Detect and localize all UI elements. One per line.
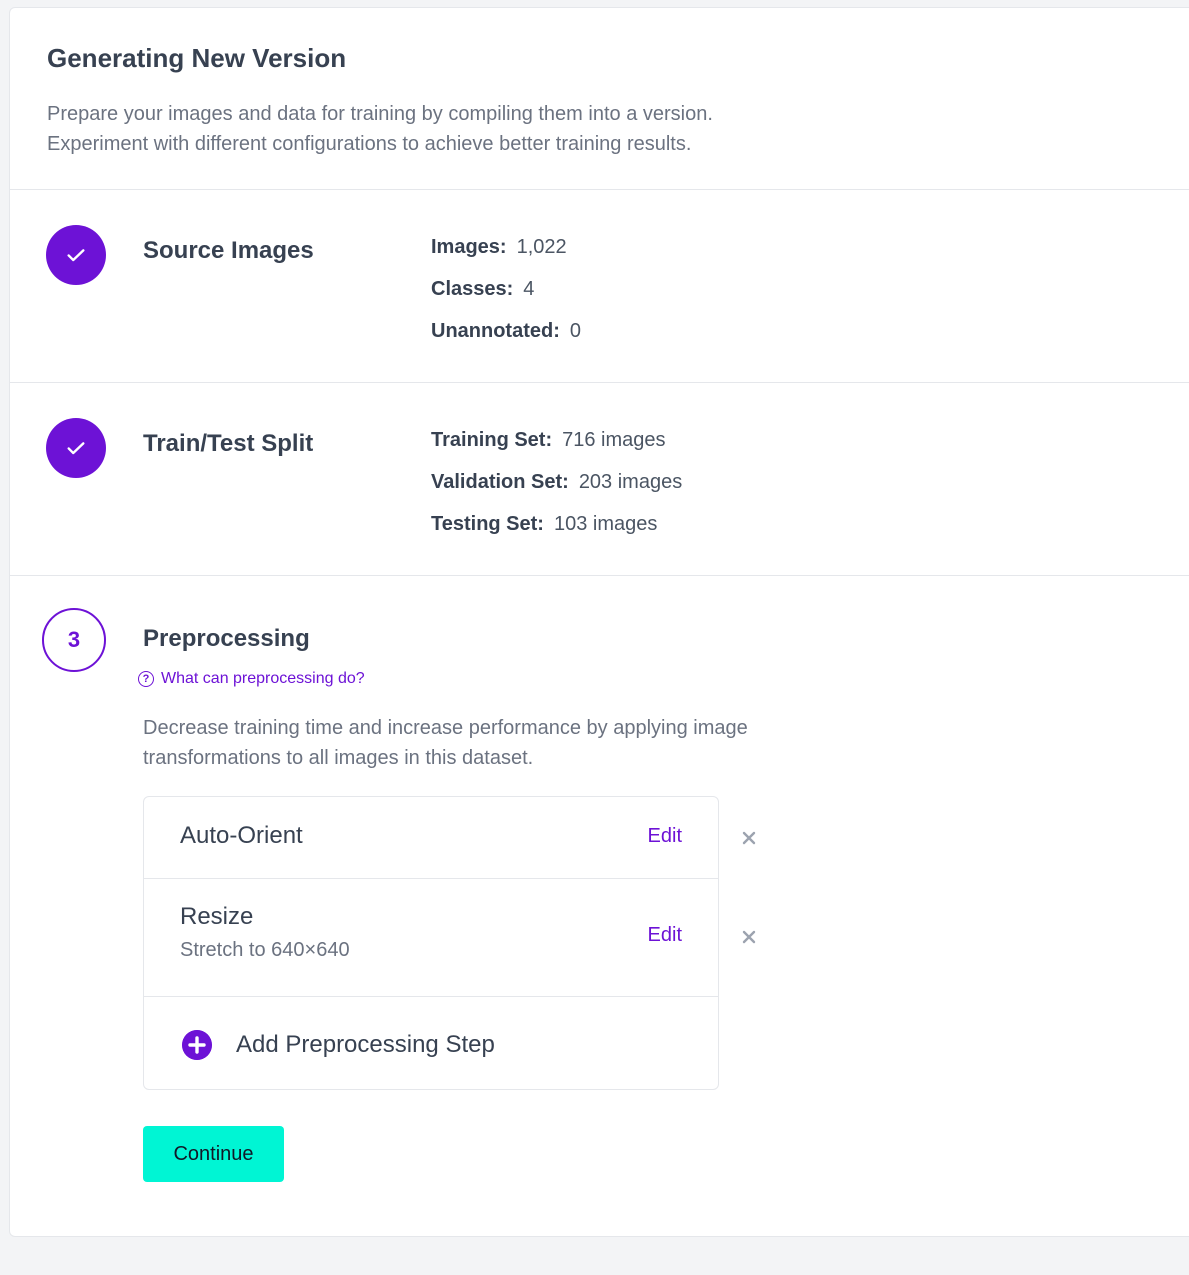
help-link-label: What can preprocessing do? — [161, 670, 365, 687]
question-circle-icon: ? — [138, 671, 154, 687]
stat-testing-set: Testing Set: 103 images — [431, 510, 682, 552]
version-card: Generating New Version Prepare your imag… — [9, 7, 1189, 1237]
stat-label: Images: — [431, 236, 507, 258]
stat-value: 0 — [569, 320, 582, 342]
check-icon — [46, 418, 106, 478]
stat-value: 1,022 — [516, 236, 567, 258]
section-preprocessing: 3 Preprocessing ? What can preprocessing… — [10, 575, 1189, 1275]
section-title: Preprocessing — [143, 625, 310, 652]
stat-classes: Classes: 4 — [431, 275, 581, 317]
continue-button[interactable]: Continue — [143, 1126, 284, 1182]
description-line: Decrease training time and increase perf… — [143, 717, 748, 739]
add-step-label: Add Preprocessing Step — [236, 1031, 495, 1058]
section-title: Train/Test Split — [143, 430, 314, 457]
preprocessing-step-resize: Resize Stretch to 640×640 Edit — [144, 879, 756, 997]
page-description: Prepare your images and data for trainin… — [47, 99, 867, 159]
stat-value: 716 images — [562, 429, 666, 451]
stat-label: Training Set: — [431, 429, 553, 451]
description-line: Prepare your images and data for trainin… — [47, 103, 713, 125]
step-name: Resize — [180, 903, 254, 930]
preprocessing-description: Decrease training time and increase perf… — [143, 713, 843, 773]
stat-label: Validation Set: — [431, 471, 569, 493]
edit-resize-button[interactable]: Edit — [648, 924, 682, 947]
stat-unannotated: Unannotated: 0 — [431, 317, 581, 359]
stat-value: 203 images — [578, 471, 683, 493]
stat-images: Images: 1,022 — [431, 233, 581, 275]
stat-label: Testing Set: — [431, 513, 544, 535]
description-line: transformations to all images in this da… — [143, 747, 534, 769]
split-stats: Training Set: 716 images Validation Set: 2… — [431, 426, 682, 552]
preprocessing-steps-list: Auto-Orient Edit Resize Stretch to 640×6… — [143, 796, 756, 1090]
close-icon[interactable] — [740, 829, 758, 847]
stat-training-set: Training Set: 716 images — [431, 426, 682, 468]
close-icon[interactable] — [740, 928, 758, 946]
stat-label: Unannotated: — [431, 320, 560, 342]
plus-circle-icon — [182, 1030, 212, 1060]
page-title: Generating New Version — [47, 43, 347, 73]
stat-validation-set: Validation Set: 203 images — [431, 468, 682, 510]
add-preprocessing-step-button[interactable]: Add Preprocessing Step — [144, 997, 718, 1089]
section-source-images: Source Images Images: 1,022 Classes: 4 Una… — [10, 189, 1189, 383]
preprocessing-step-auto-orient: Auto-Orient Edit — [144, 797, 756, 879]
step-subtitle: Stretch to 640×640 — [180, 939, 350, 961]
step-number-badge: 3 — [42, 608, 106, 672]
edit-auto-orient-button[interactable]: Edit — [648, 825, 682, 848]
help-link[interactable]: ? What can preprocessing do? — [138, 670, 365, 688]
section-title: Source Images — [143, 237, 314, 264]
description-line: Experiment with different configurations… — [47, 133, 692, 155]
source-stats: Images: 1,022 Classes: 4 Unannotated: 0 — [431, 233, 581, 359]
stat-value: 103 images — [553, 513, 658, 535]
check-icon — [46, 225, 106, 285]
step-name: Auto-Orient — [180, 822, 303, 849]
stat-label: Classes: — [431, 278, 514, 300]
stat-value: 4 — [523, 278, 535, 300]
section-train-test-split: Train/Test Split Training Set: 716 images… — [10, 382, 1189, 576]
page-header: Generating New Version Prepare your imag… — [10, 8, 1189, 190]
